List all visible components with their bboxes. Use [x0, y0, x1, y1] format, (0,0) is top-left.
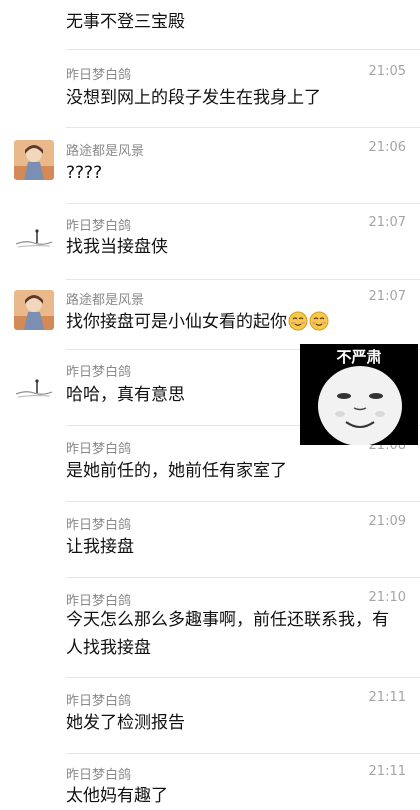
chat-message-list: 无事不登三宝殿 昨日梦白鸽 21:05 没想到网上的段子发生在我身上了 路途都是…	[0, 0, 420, 806]
message-time: 21:11	[368, 764, 406, 779]
sender-name: 路途都是风景	[66, 293, 145, 308]
blush-emoji-icon	[288, 311, 308, 331]
message-text: 太他妈有趣了	[66, 786, 168, 806]
message-text: 是她前任的，她前任有家室了	[66, 461, 287, 481]
blush-emoji-icon	[309, 311, 329, 331]
chat-message[interactable]: 路途都是风景 21:07 找你接盘可是小仙女看的起你	[0, 280, 420, 350]
message-text: 让我接盘	[66, 537, 134, 557]
message-text: 找我当接盘侠	[66, 237, 168, 257]
chat-message[interactable]: 无事不登三宝殿	[0, 0, 420, 50]
chat-message[interactable]: 昨日梦白鸽 21:11 太他妈有趣了	[0, 754, 420, 806]
message-text: 今天怎么那么多趣事啊，前任还联系我，有人找我接盘	[66, 610, 389, 658]
girl-avatar-icon[interactable]	[14, 290, 54, 330]
message-time: 21:09	[368, 514, 406, 529]
sender-name: 昨日梦白鸽	[66, 442, 132, 457]
sender-name: 路途都是风景	[66, 144, 145, 159]
chat-message[interactable]: 昨日梦白鸽 21:05 没想到网上的段子发生在我身上了	[0, 50, 420, 128]
sender-name: 昨日梦白鸽	[66, 518, 132, 533]
message-time: 21:05	[368, 64, 406, 79]
message-text: 无事不登三宝殿	[66, 12, 185, 32]
sticker-caption: 不严肃	[336, 348, 382, 366]
message-text: 找你接盘可是小仙女看的起你	[66, 308, 404, 336]
panda-face-meme-icon[interactable]: 不严肃	[300, 344, 418, 445]
sender-name: 昨日梦白鸽	[66, 365, 132, 380]
message-time: 21:10	[368, 590, 406, 605]
chat-message[interactable]: 昨日梦白鸽 21:10 今天怎么那么多趣事啊，前任还联系我，有人找我接盘	[0, 578, 420, 678]
message-text: 没想到网上的段子发生在我身上了	[66, 88, 321, 108]
chat-message[interactable]: 路途都是风景 21:06 ????	[0, 128, 420, 204]
sender-name: 昨日梦白鸽	[66, 694, 132, 709]
sender-name: 昨日梦白鸽	[66, 768, 132, 783]
message-time: 21:06	[368, 140, 406, 155]
ink-landscape-avatar-icon[interactable]	[14, 368, 54, 408]
chat-message[interactable]: 昨日梦白鸽 21:09 让我接盘	[0, 502, 420, 578]
message-time: 21:07	[368, 289, 406, 304]
message-text: ????	[66, 163, 103, 183]
sender-name: 昨日梦白鸽	[66, 219, 132, 234]
sender-name: 昨日梦白鸽	[66, 68, 132, 83]
girl-avatar-icon[interactable]	[14, 140, 54, 180]
message-time: 21:11	[368, 690, 406, 705]
ink-landscape-avatar-icon[interactable]	[14, 218, 54, 258]
chat-message[interactable]: 昨日梦白鸽 21:11 她发了检测报告	[0, 678, 420, 754]
message-time: 21:07	[368, 215, 406, 230]
message-text-content: 找你接盘可是小仙女看的起你	[66, 312, 287, 332]
chat-message[interactable]: 昨日梦白鸽 21:07 找我当接盘侠	[0, 204, 420, 280]
message-text: 她发了检测报告	[66, 713, 185, 733]
